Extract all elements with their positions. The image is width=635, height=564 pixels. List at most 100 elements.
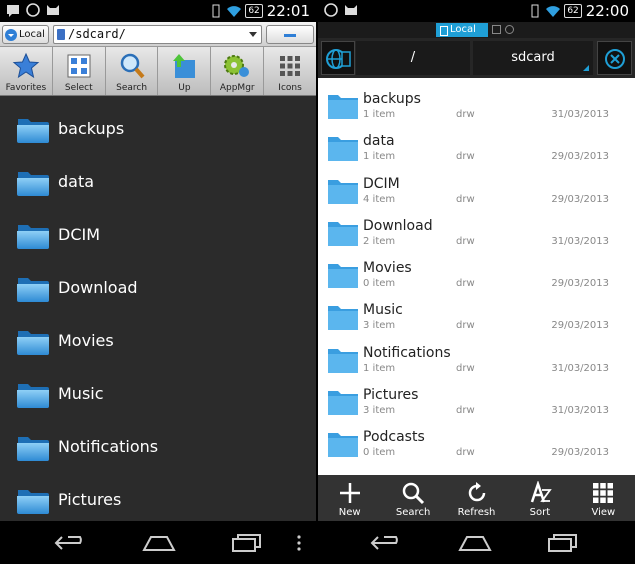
vibrate-icon xyxy=(531,4,539,18)
collapse-button[interactable] xyxy=(266,25,314,44)
folder-icon xyxy=(328,262,358,288)
search-button[interactable]: Search xyxy=(106,47,159,95)
overflow-menu-icon[interactable] xyxy=(295,533,303,553)
select-button[interactable]: Select xyxy=(53,47,106,95)
list-item[interactable]: Download 2 item drw 31/03/2013 xyxy=(318,205,635,247)
folder-list: backups data DCIM Download Movies Music … xyxy=(0,97,316,521)
cat-icon xyxy=(47,5,59,15)
clock: 22:01 xyxy=(266,2,310,20)
sort-button[interactable]: Sort xyxy=(508,475,571,521)
list-item[interactable]: data xyxy=(0,150,316,203)
address-bar: Local /sdcard/ xyxy=(0,22,316,47)
up-button[interactable]: Up xyxy=(158,47,212,95)
nav-bar xyxy=(318,521,635,564)
checklist-icon xyxy=(67,54,91,78)
grid-icon xyxy=(593,483,614,503)
folder-icon xyxy=(16,325,50,357)
folder-icon xyxy=(328,93,358,119)
path-field[interactable]: /sdcard/ xyxy=(53,25,262,44)
folder-icon xyxy=(328,220,358,246)
folder-icon xyxy=(328,389,358,415)
vibrate-icon xyxy=(212,4,220,18)
view-button[interactable]: View xyxy=(572,475,635,521)
list-item[interactable]: backups xyxy=(0,97,316,150)
favorites-button[interactable]: Favorites xyxy=(0,47,53,95)
toolbar: Favorites Select Search Up AppMgr Icons xyxy=(0,47,316,96)
close-button[interactable] xyxy=(597,41,632,75)
list-item[interactable]: DCIM xyxy=(0,203,316,256)
location-button[interactable]: Local xyxy=(2,25,49,44)
home-icon[interactable] xyxy=(458,533,492,553)
grid-icon xyxy=(280,56,301,76)
battery-indicator: 62 xyxy=(245,4,263,18)
location-label: Local xyxy=(19,29,45,40)
breadcrumb-sdcard[interactable]: sdcard xyxy=(473,41,593,75)
sort-icon xyxy=(530,481,552,503)
list-item[interactable]: Movies xyxy=(0,309,316,362)
recents-icon[interactable] xyxy=(230,533,264,553)
status-bar: 62 22:01 xyxy=(0,0,316,22)
path-text: /sdcard/ xyxy=(68,27,126,41)
list-item[interactable]: Music 3 item drw 29/03/2013 xyxy=(318,289,635,331)
wifi-icon xyxy=(227,6,242,17)
tab-local[interactable]: Local xyxy=(436,23,488,37)
whatsapp-icon xyxy=(26,3,40,17)
folder-icon xyxy=(328,178,358,204)
list-item[interactable]: Download xyxy=(0,256,316,309)
search-button[interactable]: Search xyxy=(381,475,444,521)
refresh-icon xyxy=(468,482,485,502)
new-button[interactable]: New xyxy=(318,475,381,521)
list-item[interactable]: Notifications xyxy=(0,415,316,468)
folder-icon xyxy=(16,378,50,410)
folder-icon xyxy=(16,166,50,198)
chevron-down-icon xyxy=(249,32,257,37)
bottom-toolbar: New Search Refresh Sort View xyxy=(318,475,635,521)
sms-icon xyxy=(7,5,19,17)
breadcrumb-root[interactable]: / xyxy=(356,41,470,75)
up-arrow-icon xyxy=(173,54,196,78)
list-item[interactable]: data 1 item drw 29/03/2013 xyxy=(318,120,635,162)
folder-icon xyxy=(16,272,50,304)
folder-icon xyxy=(328,135,358,161)
recents-icon[interactable] xyxy=(546,533,580,553)
network-tab-icon[interactable] xyxy=(492,25,501,34)
list-item[interactable]: backups 1 item drw 31/03/2013 xyxy=(318,78,635,120)
folder-icon xyxy=(328,304,358,330)
back-icon[interactable] xyxy=(370,533,404,553)
path-bar: / sdcard xyxy=(318,38,635,78)
cat-icon xyxy=(345,5,357,15)
folder-icon xyxy=(16,484,50,516)
back-icon[interactable] xyxy=(54,533,88,553)
battery-indicator: 62 xyxy=(564,4,582,18)
list-item[interactable]: Notifications 1 item drw 31/03/2013 xyxy=(318,332,635,374)
status-bar: 62 22:00 xyxy=(318,0,635,22)
folder-icon xyxy=(328,431,358,457)
sdcard-icon xyxy=(57,29,65,40)
folder-icon xyxy=(328,347,358,373)
appmgr-button[interactable]: AppMgr xyxy=(211,47,265,95)
storage-switch-button[interactable] xyxy=(321,41,355,75)
list-item[interactable]: Movies 0 item drw 29/03/2013 xyxy=(318,247,635,289)
left-screen: 62 22:01 Local /sdcard/ Favorites Select… xyxy=(0,0,316,564)
cloud-tab-icon[interactable] xyxy=(505,25,514,34)
storage-tabs: Local xyxy=(318,22,635,38)
folder-icon xyxy=(16,219,50,251)
star-icon xyxy=(12,52,40,79)
list-item[interactable]: Pictures 3 item drw 31/03/2013 xyxy=(318,374,635,416)
magnifier-icon xyxy=(120,53,145,79)
list-item[interactable]: Music xyxy=(0,362,316,415)
home-icon[interactable] xyxy=(142,533,176,553)
globe-device-icon xyxy=(326,49,351,69)
folder-icon xyxy=(16,431,50,463)
dropdown-icon xyxy=(5,28,17,41)
gear-icon xyxy=(224,55,250,77)
list-item[interactable]: Pictures xyxy=(0,468,316,521)
refresh-button[interactable]: Refresh xyxy=(445,475,508,521)
list-item[interactable]: DCIM 4 item drw 29/03/2013 xyxy=(318,163,635,205)
folder-icon xyxy=(16,113,50,145)
icons-button[interactable]: Icons xyxy=(264,47,316,95)
clock: 22:00 xyxy=(585,2,629,20)
wifi-icon xyxy=(546,6,561,17)
list-item[interactable]: Podcasts 0 item drw 29/03/2013 xyxy=(318,416,635,458)
plus-icon xyxy=(339,483,360,503)
